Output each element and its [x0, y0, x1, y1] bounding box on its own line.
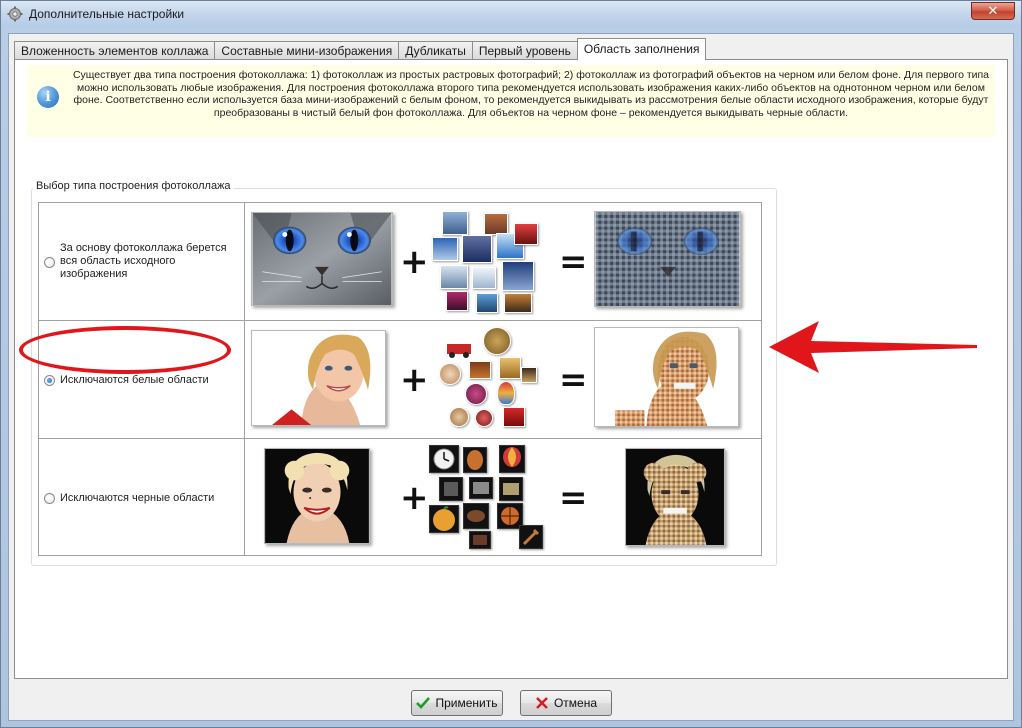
- info-icon: i: [37, 86, 59, 108]
- radio-whole-area[interactable]: [44, 257, 55, 268]
- source-cat-image: [251, 212, 393, 306]
- result-marilyn-mosaic: [625, 448, 725, 546]
- title-bar[interactable]: Дополнительные настройки ✕: [1, 1, 1021, 27]
- option-label-whole-area[interactable]: За основу фотоколлажа берется вся област…: [60, 242, 240, 281]
- source-marilyn-image: [264, 448, 370, 544]
- info-banner: i Существует два типа построения фотокол…: [27, 65, 995, 137]
- dialog-client: Вложенность элементов коллажа Составные …: [8, 33, 1014, 721]
- result-woman-mosaic: [594, 327, 739, 427]
- thumbnail-cluster: [432, 211, 544, 315]
- option-row-exclude-black: Исключаются черные области + =: [39, 439, 761, 555]
- option-label-exclude-white[interactable]: Исключаются белые области: [60, 374, 240, 387]
- plus-sign: +: [400, 478, 429, 518]
- thumbnail-cluster-black: [429, 445, 547, 551]
- tab-nesting[interactable]: Вложенность элементов коллажа: [14, 41, 216, 60]
- group-title: Выбор типа построения фотоколлажа: [33, 180, 234, 192]
- dialog-window: Дополнительные настройки ✕ Вложенность э…: [0, 0, 1022, 728]
- tab-composite-thumbnails[interactable]: Составные мини-изображения: [214, 41, 400, 60]
- highlight-ellipse: [19, 326, 231, 374]
- radio-exclude-white[interactable]: [44, 375, 55, 386]
- checkmark-icon: [416, 697, 431, 709]
- source-woman-image: [251, 330, 386, 426]
- window-title: Дополнительные настройки: [29, 7, 185, 21]
- thumbnail-cluster-white: [439, 327, 544, 433]
- option-row-whole-area: За основу фотоколлажа берется вся област…: [39, 203, 761, 321]
- tab-first-level[interactable]: Первый уровень: [471, 41, 578, 60]
- cross-icon: [536, 697, 548, 709]
- close-button[interactable]: ✕: [971, 2, 1015, 20]
- cancel-button[interactable]: Отмена: [520, 690, 612, 716]
- gear-icon: [7, 6, 23, 22]
- info-text: Существует два типа построения фотоколла…: [72, 69, 990, 119]
- red-arrow-icon: [769, 321, 977, 373]
- option-label-exclude-black[interactable]: Исключаются черные области: [60, 492, 240, 505]
- result-cat-mosaic: [594, 211, 741, 307]
- tab-fill-area[interactable]: Область заполнения: [576, 38, 707, 60]
- equals-sign: =: [559, 360, 588, 400]
- apply-button-label: Применить: [435, 696, 498, 710]
- equals-sign: =: [559, 478, 588, 518]
- radio-exclude-black[interactable]: [44, 493, 55, 504]
- plus-sign: +: [400, 242, 429, 282]
- tab-duplicates[interactable]: Дубликаты: [398, 41, 473, 60]
- options-grid: За основу фотоколлажа берется вся област…: [38, 202, 762, 556]
- cancel-button-label: Отмена: [553, 696, 598, 710]
- close-icon: ✕: [987, 3, 999, 18]
- tab-strip: Вложенность элементов коллажа Составные …: [14, 38, 707, 60]
- apply-button[interactable]: Применить: [411, 690, 503, 716]
- plus-sign: +: [400, 360, 429, 400]
- equals-sign: =: [559, 242, 588, 282]
